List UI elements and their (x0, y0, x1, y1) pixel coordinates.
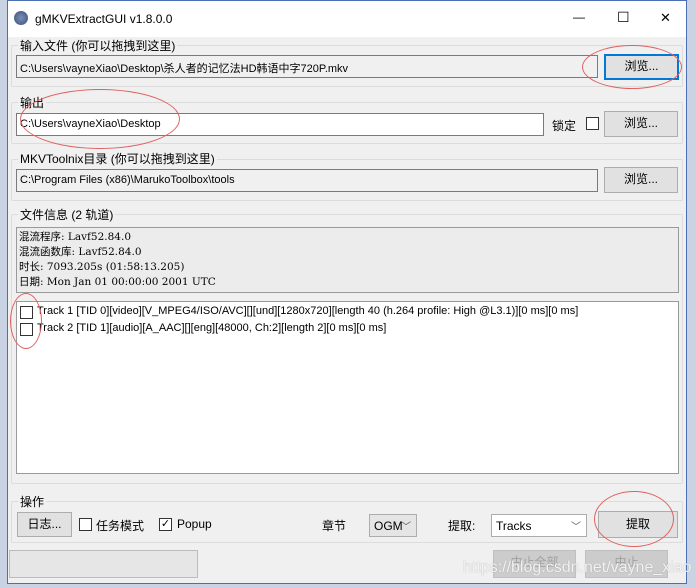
watermark: https://blog.csdn.net/vayne_xiao (463, 559, 692, 576)
title-bar: gMKVExtractGUI v1.8.0.0 — ☐ ✕ (8, 1, 686, 37)
info-line: 混流函数库: Lavf52.84.0 (19, 246, 142, 258)
track-checkbox[interactable] (20, 323, 33, 336)
info-line: 日期: Mon Jan 01 00:00:00 2001 UTC (19, 276, 216, 288)
maximize-button[interactable]: ☐ (617, 9, 630, 26)
app-icon (14, 11, 28, 25)
extract-type-label: 提取: (448, 519, 476, 533)
track-item[interactable]: Track 2 [TID 1][audio][A_AAC][][eng][480… (37, 322, 386, 334)
toolnix-label: MKVToolnix目录 (你可以拖拽到这里) (18, 150, 217, 167)
input-label: 输入文件 (你可以拖拽到这里) (18, 37, 178, 54)
actions-label: 操作 (18, 493, 47, 510)
chapters-value: OGM (374, 519, 403, 533)
fileinfo-text: 混流程序: Lavf52.84.0 混流函数库: Lavf52.84.0 时长:… (16, 227, 679, 293)
toolnix-browse-button[interactable]: 浏览... (604, 167, 678, 193)
main-window: gMKVExtractGUI v1.8.0.0 — ☐ ✕ 输入文件 (你可以拖… (7, 0, 692, 584)
output-browse-button[interactable]: 浏览... (604, 111, 678, 137)
close-button[interactable]: ✕ (660, 10, 671, 26)
extract-type-select[interactable]: Tracks ﹀ (491, 514, 587, 537)
lock-label: 锁定 (552, 119, 577, 133)
extract-button[interactable]: 提取 (598, 511, 678, 538)
window-title: gMKVExtractGUI v1.8.0.0 (35, 12, 173, 26)
job-mode-label: 任务模式 (96, 519, 145, 533)
chapters-label: 章节 (322, 519, 347, 533)
log-button[interactable]: 日志... (17, 512, 72, 537)
minimize-button[interactable]: — (573, 10, 585, 24)
input-file-field[interactable]: C:\Users\vayneXiao\Desktop\杀人者的记忆法HD韩语中字… (16, 55, 598, 78)
status-bar (9, 550, 198, 578)
toolnix-dir-field[interactable]: C:\Program Files (x86)\MarukoToolbox\too… (16, 169, 598, 192)
track-checkbox[interactable] (20, 306, 33, 319)
info-line: 混流程序: Lavf52.84.0 (19, 231, 132, 243)
info-line: 时长: 7093.205s (01:58:13.205) (19, 261, 185, 273)
input-browse-button[interactable]: 浏览... (604, 54, 679, 80)
job-mode-checkbox[interactable] (79, 518, 92, 531)
chevron-down-icon: ﹀ (571, 522, 581, 533)
popup-label: Popup (177, 517, 212, 531)
chapters-select[interactable]: OGM ﹀ (369, 514, 417, 537)
output-label: 输出 (18, 94, 47, 111)
track-item[interactable]: Track 1 [TID 0][video][V_MPEG4/ISO/AVC][… (37, 305, 578, 317)
popup-checkbox[interactable]: ✓ (159, 518, 172, 531)
fileinfo-label: 文件信息 (2 轨道) (18, 206, 116, 223)
extract-type-value: Tracks (496, 519, 532, 533)
lock-checkbox[interactable] (586, 117, 599, 130)
chevron-down-icon: ﹀ (401, 522, 411, 533)
output-field[interactable]: C:\Users\vayneXiao\Desktop (16, 113, 544, 136)
track-list[interactable]: Track 1 [TID 0][video][V_MPEG4/ISO/AVC][… (16, 301, 679, 474)
